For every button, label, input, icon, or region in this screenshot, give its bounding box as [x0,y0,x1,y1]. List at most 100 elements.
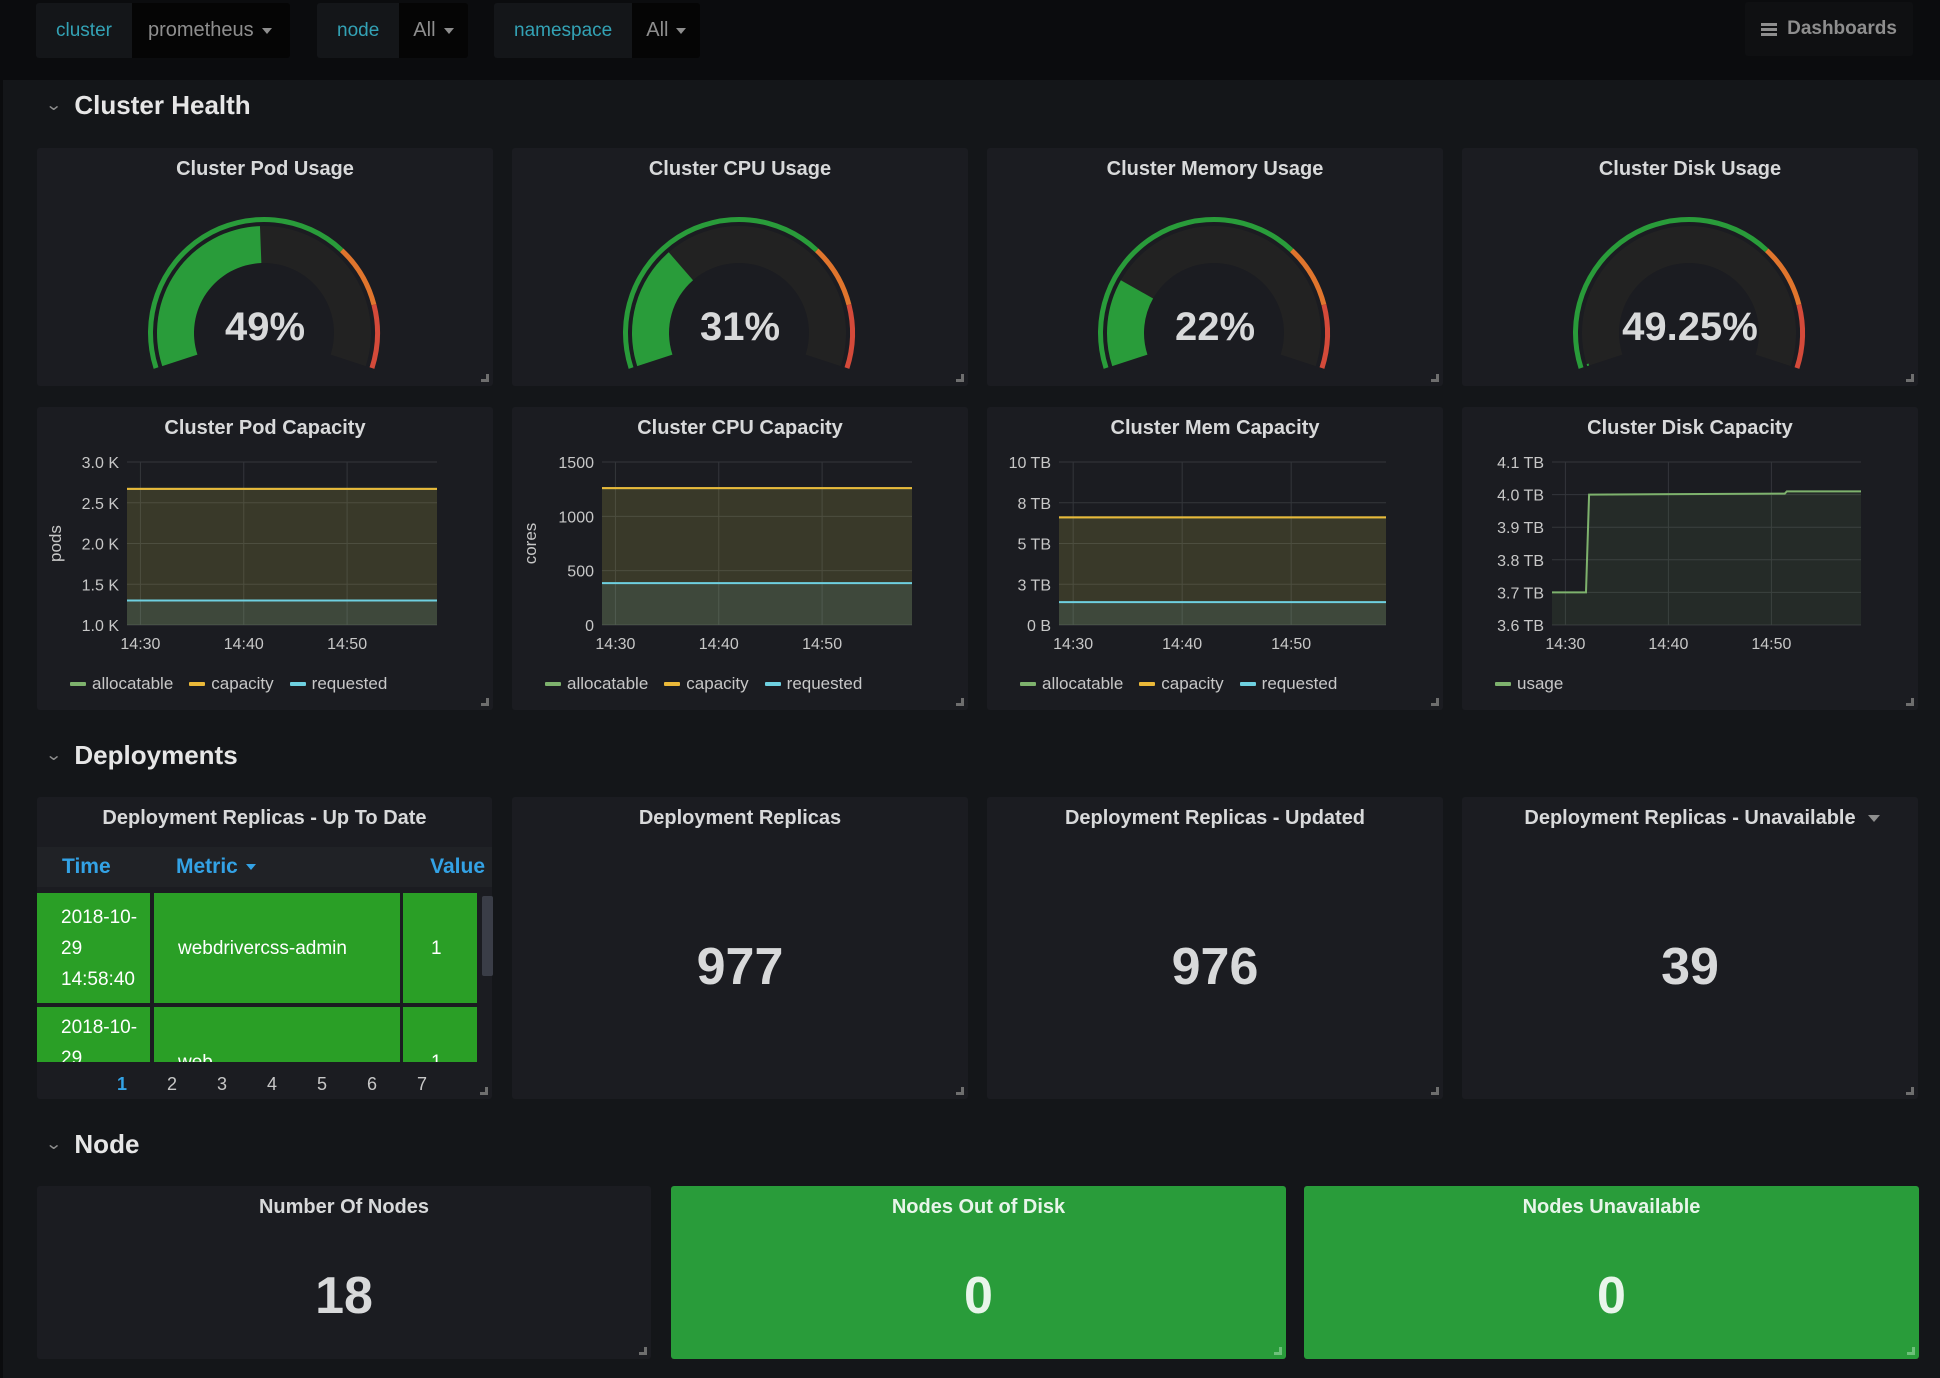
resize-handle-icon[interactable] [956,698,964,706]
legend-label: capacity [211,674,274,693]
page-link[interactable]: 7 [397,1074,447,1095]
variable-value: prometheus [147,19,254,41]
table-row[interactable]: 2018-10- 29 web... 1 [37,1007,477,1062]
resize-handle-icon[interactable] [480,1087,488,1095]
series-area-requested [602,583,912,625]
panel-title: Nodes Unavailable [1522,1196,1701,1218]
legend-item-usage[interactable]: usage [1495,674,1563,694]
grafana-dashboard: cluster prometheus node All namespace Al… [0,0,1940,1378]
variable-node-dropdown[interactable]: All [399,3,468,58]
resize-handle-icon[interactable] [1274,1347,1282,1355]
table-row[interactable]: 2018-10- 29 14:58:40 webdrivercss-admin … [37,893,477,1003]
resize-handle-icon[interactable] [1906,698,1914,706]
y-tick-label: 2.5 K [82,496,120,513]
resize-handle-icon[interactable] [1431,698,1439,706]
resize-handle-icon[interactable] [1906,374,1914,382]
y-tick-label: 5 TB [1018,537,1052,554]
legend-item-capacity[interactable]: capacity [1139,674,1224,694]
resize-handle-icon[interactable] [639,1347,647,1355]
legend-item-allocatable[interactable]: allocatable [545,674,648,694]
panel-title: Deployment Replicas - Updated [1064,807,1366,829]
legend-item-capacity[interactable]: capacity [664,674,749,694]
panel-title: Deployment Replicas - Unavailable [1524,807,1856,829]
singlestat-panel: Nodes Unavailable 0 [1304,1186,1919,1359]
variable-label: namespace [494,3,633,58]
y-tick-label: 4.0 TB [1497,488,1544,505]
gauge-chart [148,216,380,369]
gauge-chart [1098,216,1330,369]
x-tick-label: 14:50 [327,636,367,653]
legend-item-allocatable[interactable]: allocatable [70,674,173,694]
page-link[interactable]: 4 [247,1074,297,1095]
cell-time-line: 29 [61,937,83,959]
stat-value: 39 [1661,938,1719,996]
variable-namespace: namespace All [494,3,701,58]
legend-item-allocatable[interactable]: allocatable [1020,674,1123,694]
legend-item-capacity[interactable]: capacity [189,674,274,694]
legend-item-requested[interactable]: requested [1239,674,1338,694]
resize-handle-icon[interactable] [1906,1087,1914,1095]
y-tick-label: 3.9 TB [1497,520,1544,537]
legend-swatch-icon [70,682,86,686]
row-title: Cluster Health [74,89,251,120]
legend-swatch-icon [545,682,561,686]
legend-swatch-icon [764,682,781,686]
resize-handle-icon[interactable] [956,1087,964,1095]
page-link[interactable]: 3 [197,1074,247,1095]
cell-time: 2018-10- 29 [37,1007,150,1062]
stat-value: 976 [1171,938,1259,996]
legend-swatch-icon [289,682,306,686]
row-node[interactable]: ⌄ Node [45,1124,139,1164]
row-cluster-health[interactable]: ⌄ Cluster Health [45,85,251,125]
cell-metric: web... [154,1007,400,1062]
gauge-value: 31% [699,305,781,349]
legend-item-requested[interactable]: requested [764,674,862,694]
stat-value: 0 [964,1267,993,1325]
y-tick-label: 3.6 TB [1497,618,1544,635]
legend-label: requested [1261,674,1338,693]
column-header-time[interactable]: Time [62,855,111,879]
row-title: Deployments [74,739,238,770]
gauge-chart [1573,216,1805,369]
variable-cluster-dropdown[interactable]: prometheus [131,3,290,58]
sort-caret-icon [245,864,256,870]
page-link[interactable]: 1 [97,1074,147,1095]
row-deployments[interactable]: ⌄ Deployments [45,735,238,775]
resize-handle-icon[interactable] [1431,374,1439,382]
singlestat-panel: Number Of Nodes 18 [37,1186,651,1359]
graph-panel: Cluster Pod Capacity 1.0 K 1.5 K 2.0 K 2.5 K… [37,407,493,710]
page-link[interactable]: 2 [147,1074,197,1095]
y-axis-label: pods [46,525,65,562]
resize-handle-icon[interactable] [956,374,964,382]
resize-handle-icon[interactable] [481,698,489,706]
page-link[interactable]: 5 [297,1074,347,1095]
table-header: Time Metric Value [37,847,492,887]
series-area-requested [1059,602,1386,625]
cell-metric: webdrivercss-admin [154,893,400,1003]
panel-menu-caret-icon[interactable] [1868,815,1880,822]
legend-item-requested[interactable]: requested [289,674,387,694]
cell-value: 1 [403,893,477,1003]
variables-bar: cluster prometheus node All namespace Al… [0,0,1940,78]
variable-value: All [413,19,436,41]
dashboards-button[interactable]: Dashboards [1745,2,1913,56]
resize-handle-icon[interactable] [481,374,489,382]
table-scrollbar[interactable] [482,896,493,976]
graph-legend: allocatable capacity requested [1020,674,1337,694]
x-tick-label: 14:30 [1545,636,1585,653]
resize-handle-icon[interactable] [1907,1347,1915,1355]
gauge-panel: Cluster Pod Usage 49% [37,148,493,386]
x-tick-label: 14:40 [1162,636,1202,653]
resize-handle-icon[interactable] [1431,1087,1439,1095]
column-label: Time [62,855,111,878]
column-header-metric[interactable]: Metric [176,855,256,879]
cell-time-line: 2018-10- [61,906,138,928]
table-body: 2018-10- 29 14:58:40 webdrivercss-admin … [37,893,477,1062]
x-tick-label: 14:50 [1271,636,1311,653]
legend-label: capacity [686,674,749,693]
hamburger-icon [1761,22,1778,36]
variable-namespace-dropdown[interactable]: All [632,3,701,58]
page-link[interactable]: 6 [347,1074,397,1095]
column-header-value[interactable]: Value [430,855,485,879]
cell-time-line: 2018-10- [61,1017,138,1038]
